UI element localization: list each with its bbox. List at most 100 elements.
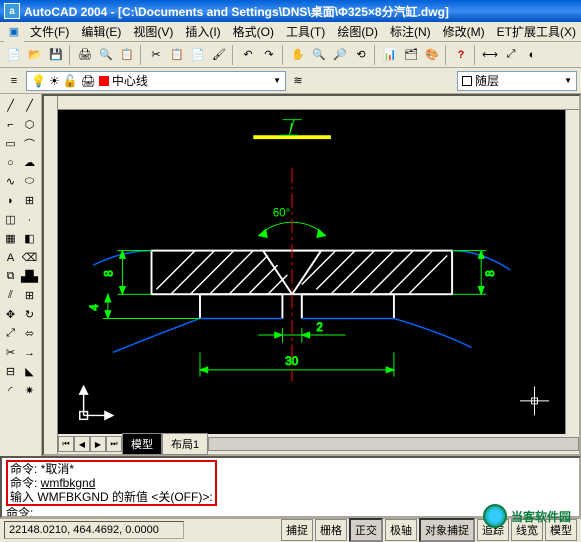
text-icon[interactable]: A bbox=[2, 249, 20, 267]
undo-icon[interactable]: ↶ bbox=[238, 45, 258, 65]
open-icon[interactable]: 📂 bbox=[25, 45, 45, 65]
explode-icon[interactable]: ✷ bbox=[21, 382, 39, 400]
rectangle-icon[interactable]: ▭ bbox=[2, 135, 20, 153]
tab-model[interactable]: 模型 bbox=[122, 433, 162, 455]
osnap-toggle[interactable]: 对象捕捉 bbox=[419, 518, 475, 542]
copy-icon[interactable]: 📋 bbox=[167, 45, 187, 65]
layer-prev-icon[interactable]: ≋ bbox=[288, 71, 308, 91]
point-icon[interactable]: · bbox=[21, 211, 39, 229]
app-icon: a bbox=[4, 3, 20, 19]
snap-toggle[interactable]: 捕捉 bbox=[281, 519, 313, 541]
array-icon[interactable]: ⊞ bbox=[21, 287, 39, 305]
match-icon[interactable]: 🖌 bbox=[209, 45, 229, 65]
publish-icon[interactable]: 📋 bbox=[117, 45, 137, 65]
draw-toolbar: ╱ ╱ ⌐ ⬡ ▭ ⌒ ○ ☁ ∿ ⬭ ◗ ⊞ ◫ · ▦ ◧ A ⌫ ⧉ ▟▙… bbox=[0, 94, 42, 456]
ortho-toggle[interactable]: 正交 bbox=[349, 518, 383, 542]
pan-icon[interactable]: ✋ bbox=[288, 45, 308, 65]
hatch-icon[interactable]: ▦ bbox=[2, 230, 20, 248]
spline-icon[interactable]: ∿ bbox=[2, 173, 20, 191]
layout-tabs: ⏮ ◀ ▶ ⏭ 模型 布局1 bbox=[58, 434, 579, 454]
zoom-win-icon[interactable]: 🔎 bbox=[330, 45, 350, 65]
new-icon[interactable]: 📄 bbox=[4, 45, 24, 65]
menu-tools[interactable]: 工具(T) bbox=[280, 21, 331, 42]
ellipse-icon[interactable]: ⬭ bbox=[21, 173, 39, 191]
trim-icon[interactable]: ✂ bbox=[2, 344, 20, 362]
chamfer-icon[interactable]: ◣ bbox=[21, 363, 39, 381]
menu-et[interactable]: ET扩展工具(X) bbox=[491, 21, 581, 42]
tab-last-icon[interactable]: ⏭ bbox=[106, 436, 122, 452]
toolpalette-icon[interactable]: 🎨 bbox=[422, 45, 442, 65]
tab-first-icon[interactable]: ⏮ bbox=[58, 436, 74, 452]
control-icon[interactable]: ▣ bbox=[4, 22, 24, 42]
revcloud-icon[interactable]: ☁ bbox=[21, 154, 39, 172]
menu-draw[interactable]: 绘图(D) bbox=[331, 21, 384, 42]
preview-icon[interactable]: 🔍 bbox=[96, 45, 116, 65]
mirror-icon[interactable]: ▟▙ bbox=[21, 268, 39, 286]
erase-icon[interactable]: ⌫ bbox=[21, 249, 39, 267]
insert-icon[interactable]: ⊞ bbox=[21, 192, 39, 210]
ruler-vertical bbox=[44, 96, 58, 454]
save-icon[interactable]: 💾 bbox=[46, 45, 66, 65]
menu-modify[interactable]: 修改(M) bbox=[437, 21, 491, 42]
circle-icon[interactable]: ○ bbox=[2, 154, 20, 172]
polar-toggle[interactable]: 极轴 bbox=[385, 519, 417, 541]
fillet-icon[interactable]: ◜ bbox=[2, 382, 20, 400]
scrollbar-horizontal[interactable] bbox=[208, 437, 579, 451]
dim-linear-icon[interactable]: ⟷ bbox=[480, 45, 500, 65]
menu-view[interactable]: 视图(V) bbox=[127, 21, 179, 42]
layer-dropdown[interactable]: 💡 ☀ 🔓 🖨 中心线 ▼ bbox=[26, 71, 286, 91]
color-swatch bbox=[462, 76, 472, 86]
color-dropdown[interactable]: 随层 ▼ bbox=[457, 71, 577, 91]
region-icon[interactable]: ◧ bbox=[21, 230, 39, 248]
break-icon[interactable]: ⊟ bbox=[2, 363, 20, 381]
layer-manager-icon[interactable]: ≡ bbox=[4, 71, 24, 91]
dim-aligned-icon[interactable]: ⤢ bbox=[501, 45, 521, 65]
layer-name: 中心线 bbox=[112, 72, 148, 89]
tab-layout1[interactable]: 布局1 bbox=[162, 433, 208, 455]
stretch-icon[interactable]: ⬄ bbox=[21, 325, 39, 343]
menu-dimension[interactable]: 标注(N) bbox=[384, 21, 437, 42]
zoom-rt-icon[interactable]: 🔍 bbox=[309, 45, 329, 65]
menu-insert[interactable]: 插入(I) bbox=[179, 21, 226, 42]
color-swatch bbox=[99, 76, 109, 86]
cut-icon[interactable]: ✂ bbox=[146, 45, 166, 65]
menu-bar: ▣ 文件(F) 编辑(E) 视图(V) 插入(I) 格式(O) 工具(T) 绘图… bbox=[0, 22, 581, 42]
dropdown-arrow-icon: ▼ bbox=[564, 76, 572, 85]
menu-file[interactable]: 文件(F) bbox=[24, 21, 75, 42]
copy-obj-icon[interactable]: ⧉ bbox=[2, 268, 20, 286]
paste-icon[interactable]: 📄 bbox=[188, 45, 208, 65]
plot-icon: 🖨 bbox=[81, 74, 96, 88]
dim-radius-icon[interactable]: ◐ bbox=[522, 45, 542, 65]
polygon-icon[interactable]: ⬡ bbox=[21, 116, 39, 134]
tab-next-icon[interactable]: ▶ bbox=[90, 436, 106, 452]
menu-edit[interactable]: 编辑(E) bbox=[75, 21, 127, 42]
rotate-icon[interactable]: ↻ bbox=[21, 306, 39, 324]
print-icon[interactable]: 🖨 bbox=[75, 45, 95, 65]
tab-prev-icon[interactable]: ◀ bbox=[74, 436, 90, 452]
color-label: 随层 bbox=[475, 72, 499, 89]
block-icon[interactable]: ◫ bbox=[2, 211, 20, 229]
watermark-logo-icon bbox=[483, 504, 507, 528]
scrollbar-vertical[interactable] bbox=[565, 110, 579, 434]
designcenter-icon[interactable]: 🗂 bbox=[401, 45, 421, 65]
command-highlight: 命令: *取消* 命令: wmfbkgnd 输入 WMFBKGND 的新值 <关… bbox=[6, 460, 217, 506]
grid-toggle[interactable]: 栅格 bbox=[315, 519, 347, 541]
zoom-prev-icon[interactable]: ⟲ bbox=[351, 45, 371, 65]
layer-toolbar: ≡ 💡 ☀ 🔓 🖨 中心线 ▼ ≋ 随层 ▼ bbox=[0, 68, 581, 94]
xline-icon[interactable]: ╱ bbox=[21, 97, 39, 115]
scale-icon[interactable]: ⤢ bbox=[2, 325, 20, 343]
arc-icon[interactable]: ⌒ bbox=[21, 135, 39, 153]
properties-icon[interactable]: 📊 bbox=[380, 45, 400, 65]
drawing-canvas[interactable]: I 60° bbox=[42, 94, 581, 456]
help-icon[interactable]: ? bbox=[451, 45, 471, 65]
drawing-area[interactable]: I 60° bbox=[58, 110, 565, 430]
pline-icon[interactable]: ⌐ bbox=[2, 116, 20, 134]
watermark-text: 当客软件园 bbox=[511, 508, 571, 525]
extend-icon[interactable]: → bbox=[21, 344, 39, 362]
move-icon[interactable]: ✥ bbox=[2, 306, 20, 324]
offset-icon[interactable]: ⫽ bbox=[2, 287, 20, 305]
ellipse-arc-icon[interactable]: ◗ bbox=[2, 192, 20, 210]
menu-format[interactable]: 格式(O) bbox=[227, 21, 280, 42]
redo-icon[interactable]: ↷ bbox=[259, 45, 279, 65]
line-icon[interactable]: ╱ bbox=[2, 97, 20, 115]
